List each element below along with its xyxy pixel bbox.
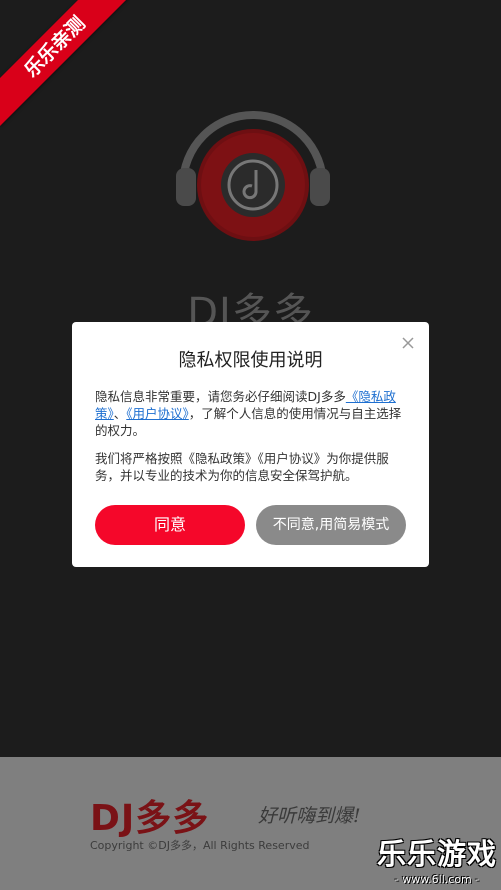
user-agreement-link[interactable]: 《用户协议》: [126, 406, 189, 421]
privacy-text: 隐私信息非常重要，请您务必仔细阅读DJ多多: [95, 389, 346, 404]
corner-ribbon: 乐乐亲测: [0, 0, 130, 130]
footer-logo: DJ多多: [90, 798, 210, 839]
copyright-text: Copyright ©DJ多多，All Rights Reserved: [90, 839, 310, 852]
watermark-main: 乐乐游戏: [376, 837, 497, 871]
privacy-dialog: 隐私权限使用说明 隐私信息非常重要，请您务必仔细阅读DJ多多《隐私政策》、《用户…: [72, 322, 429, 567]
headphones-logo-icon: [176, 111, 330, 241]
privacy-paragraph-1: 隐私信息非常重要，请您务必仔细阅读DJ多多《隐私政策》、《用户协议》，了解个人信…: [95, 388, 407, 439]
footer-slogan: 好听嗨到爆!: [258, 805, 361, 827]
watermark: 乐乐游戏 - www.6ll.com -: [377, 831, 497, 886]
separator: 、: [113, 406, 127, 421]
privacy-paragraph-2: 我们将严格按照《隐私政策》《用户协议》为你提供服务，并以专业的技术为你的信息安全…: [95, 451, 389, 483]
ribbon-text: 乐乐亲测: [0, 0, 130, 127]
close-icon[interactable]: [399, 334, 417, 352]
watermark-url: - www.6ll.com -: [394, 873, 480, 886]
dialog-title: 隐私权限使用说明: [178, 350, 323, 371]
agree-button[interactable]: 同意: [95, 505, 245, 545]
disagree-simple-mode-button[interactable]: 不同意,用简易模式: [256, 505, 406, 545]
